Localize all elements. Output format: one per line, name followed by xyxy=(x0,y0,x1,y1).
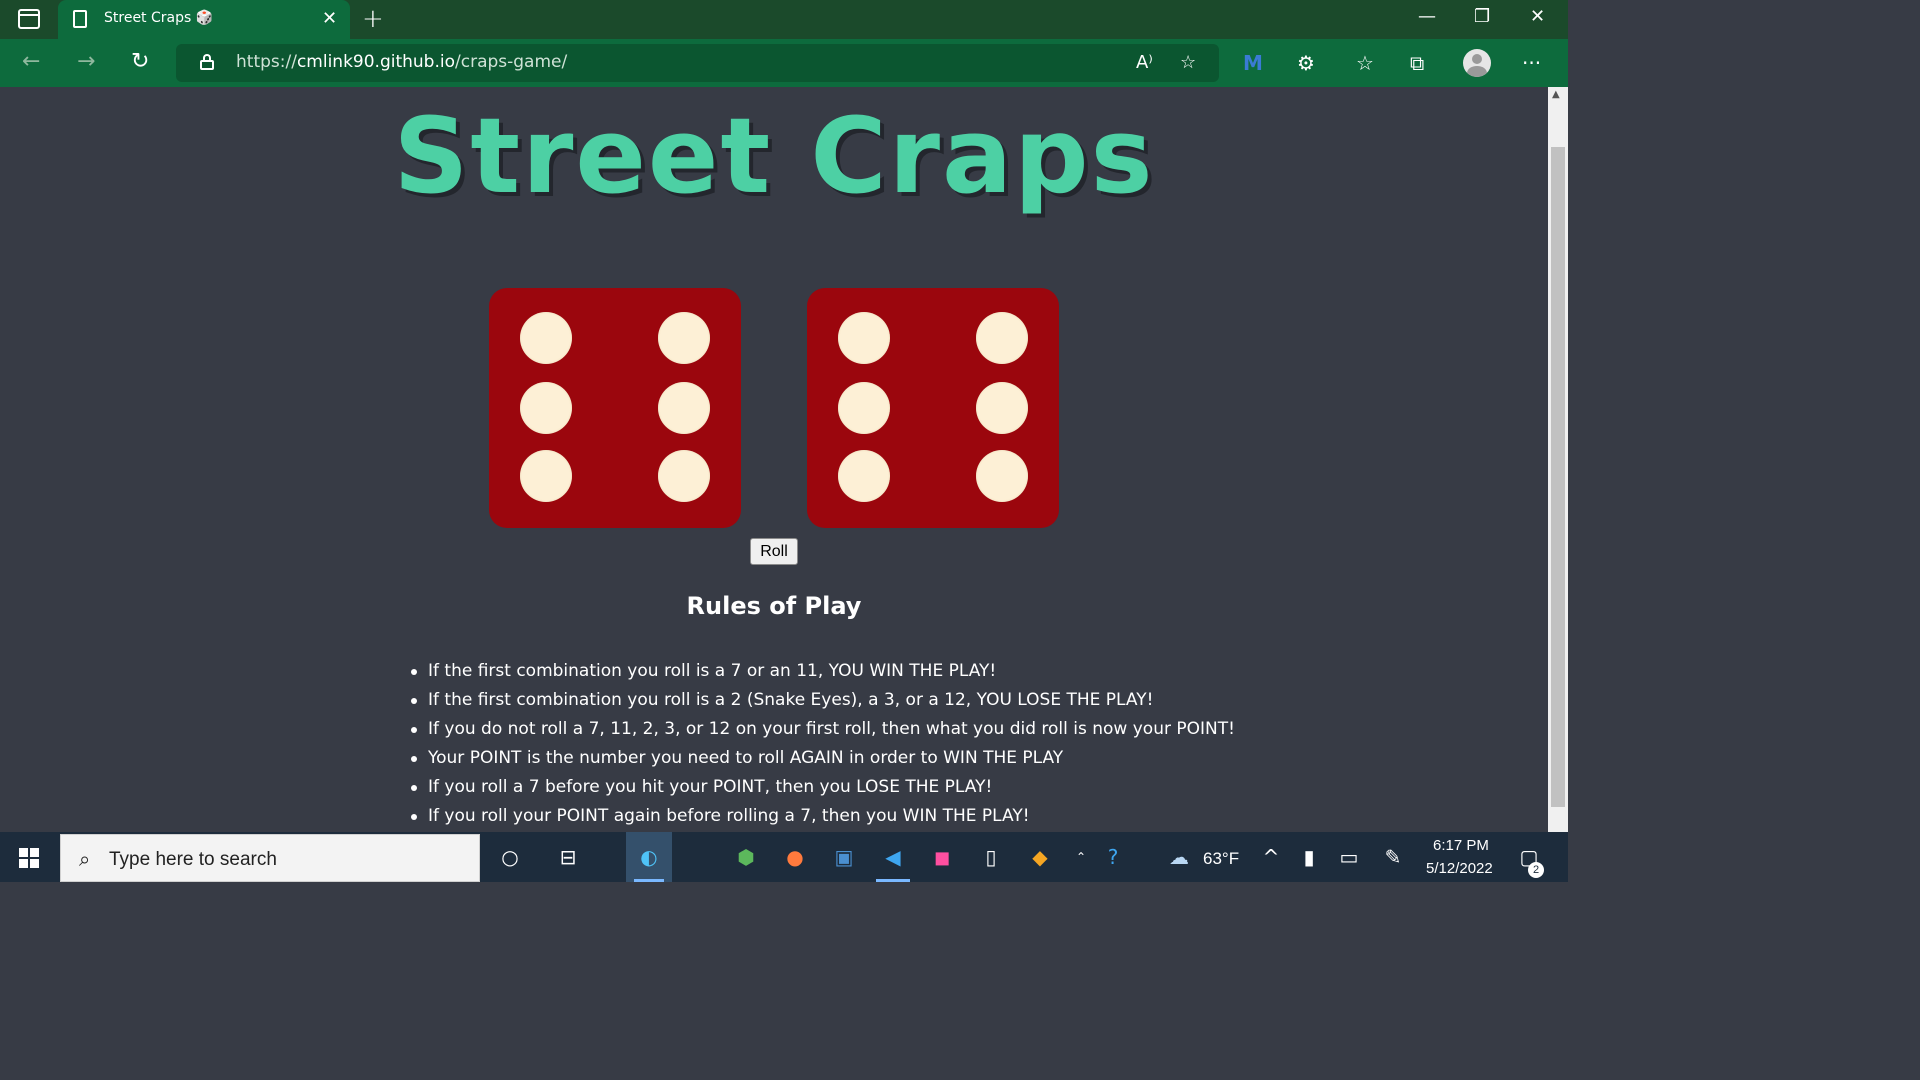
pen-icon[interactable]: ✎ xyxy=(1380,844,1406,870)
list-item: If you do not roll a 7, 11, 2, 3, or 12 … xyxy=(411,715,1235,744)
address-bar[interactable]: https://cmlink90.github.io/craps-game/ A… xyxy=(176,44,1219,82)
battery-icon[interactable]: ▭ xyxy=(1336,844,1362,870)
restore-button[interactable]: ❐ xyxy=(1474,6,1490,27)
new-tab-button[interactable]: + xyxy=(362,4,384,34)
die-pip xyxy=(658,382,710,434)
tab-title: Street Craps 🎲 xyxy=(104,10,214,26)
intellij-icon[interactable]: ◼ xyxy=(929,844,955,870)
node-icon[interactable]: ⬢ xyxy=(733,844,759,870)
windows-start-icon[interactable] xyxy=(19,848,39,868)
extension-m-icon[interactable]: M xyxy=(1243,51,1263,75)
refresh-icon[interactable]: ↻ xyxy=(131,49,149,74)
rules-heading: Rules of Play xyxy=(686,592,862,620)
forward-icon[interactable]: → xyxy=(77,49,95,74)
die-pip xyxy=(520,450,572,502)
page-title: Street Craps xyxy=(393,95,1155,217)
profile-avatar[interactable] xyxy=(1463,49,1491,77)
page-content: Street Craps Roll Rules of Play If the f… xyxy=(0,87,1548,832)
list-item: If you roll a 7 before you hit your POIN… xyxy=(411,773,1235,802)
die-pip xyxy=(520,382,572,434)
mysql-icon[interactable]: ▣ xyxy=(831,844,857,870)
git-tool-icon[interactable]: ◆ xyxy=(1027,844,1053,870)
cortana-icon[interactable]: ○ xyxy=(497,844,523,870)
postman-icon[interactable]: ● xyxy=(782,844,808,870)
clock-date[interactable]: 5/12/2022 xyxy=(1426,860,1493,877)
browser-toolbar: ← → ↻ https://cmlink90.github.io/craps-g… xyxy=(0,39,1568,87)
weather-temp[interactable]: 63°F xyxy=(1203,849,1239,869)
edge-taskbar-button[interactable]: ◐ xyxy=(626,832,672,882)
browser-tab[interactable]: Street Craps 🎲 ✕ xyxy=(58,0,350,39)
search-placeholder: Type here to search xyxy=(109,849,277,870)
back-icon[interactable]: ← xyxy=(22,49,40,74)
windows-taskbar: ⌕ Type here to search ○ ⊟ ◐ ⬢ ● ▣ ◀ ◼ ▯ … xyxy=(0,832,1568,882)
browser-tab-bar: Street Craps 🎲 ✕ + — ❐ ✕ xyxy=(0,0,1568,39)
tab-close-icon[interactable]: ✕ xyxy=(322,8,337,29)
roll-button[interactable]: Roll xyxy=(750,538,798,565)
edge-icon: ◐ xyxy=(640,845,658,869)
clock-time[interactable]: 6:17 PM xyxy=(1433,837,1489,854)
die-pip xyxy=(976,312,1028,364)
scrollbar-thumb[interactable] xyxy=(1551,147,1565,807)
vscode-icon[interactable]: ◀ xyxy=(880,844,906,870)
search-icon: ⌕ xyxy=(79,847,91,871)
notification-count-badge: 2 xyxy=(1528,862,1544,878)
task-view-icon[interactable]: ⊟ xyxy=(555,844,581,870)
collections-icon[interactable]: ⧉ xyxy=(1410,51,1424,75)
weather-cloud-icon[interactable]: ☁ xyxy=(1166,844,1192,870)
vscode-active-indicator xyxy=(876,879,910,882)
die-pip xyxy=(520,312,572,364)
microphone-icon[interactable]: ▮ xyxy=(1296,844,1322,870)
extensions-icon[interactable]: ⚙ xyxy=(1297,51,1315,75)
url-path: /craps-game/ xyxy=(455,52,568,72)
url-host: cmlink90.github.io xyxy=(296,52,455,72)
list-item: Your POINT is the number you need to rol… xyxy=(411,744,1235,773)
die-pip xyxy=(658,312,710,364)
notepad-icon[interactable]: ▯ xyxy=(978,844,1004,870)
die-pip xyxy=(838,450,890,502)
lock-icon[interactable] xyxy=(200,54,214,70)
add-favorite-icon[interactable]: ☆ xyxy=(1180,52,1196,73)
scroll-up-icon[interactable]: ▲ xyxy=(1552,89,1560,100)
die-pip xyxy=(976,382,1028,434)
die-left xyxy=(489,288,741,528)
list-item: If you roll your POINT again before roll… xyxy=(411,802,1235,831)
page-icon xyxy=(73,10,87,28)
list-item: If the first combination you roll is a 2… xyxy=(411,686,1235,715)
minimize-button[interactable]: — xyxy=(1418,6,1436,27)
taskbar-overflow-icon[interactable]: ⌃ xyxy=(1068,844,1094,870)
list-item: If the first combination you roll is a 7… xyxy=(411,657,1235,686)
show-hidden-icons-icon[interactable]: ^ xyxy=(1258,844,1284,870)
die-right xyxy=(807,288,1059,528)
die-pip xyxy=(838,382,890,434)
url-scheme: https:// xyxy=(236,52,297,72)
settings-menu-icon[interactable]: ··· xyxy=(1522,51,1541,75)
url-text[interactable]: https://cmlink90.github.io/craps-game/ xyxy=(236,52,567,72)
die-pip xyxy=(838,312,890,364)
taskbar-search[interactable]: ⌕ Type here to search xyxy=(60,834,480,882)
page-scrollbar[interactable]: ▲ xyxy=(1548,87,1568,832)
tab-actions-icon[interactable] xyxy=(18,9,40,29)
rules-list: If the first combination you roll is a 7… xyxy=(411,657,1235,831)
die-pip xyxy=(658,450,710,502)
read-aloud-icon[interactable]: A⁾ xyxy=(1136,52,1153,73)
help-icon[interactable]: ? xyxy=(1100,844,1126,870)
die-pip xyxy=(976,450,1028,502)
favorites-icon[interactable]: ☆ xyxy=(1356,51,1374,75)
close-window-button[interactable]: ✕ xyxy=(1530,6,1545,27)
